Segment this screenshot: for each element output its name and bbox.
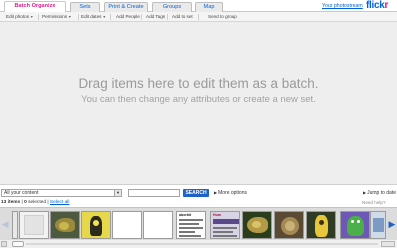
scroll-track[interactable] bbox=[26, 243, 378, 245]
thumbnail-art bbox=[179, 219, 203, 221]
add-people-button[interactable]: Add People bbox=[116, 13, 140, 21]
thumbnail-art bbox=[213, 227, 237, 229]
tab-print-create[interactable]: Print & Create bbox=[104, 2, 148, 12]
drop-sub-instructions: You can then change any attributes or cr… bbox=[81, 94, 316, 105]
scroll-thumb-handle[interactable] bbox=[12, 241, 24, 247]
jump-to-date-toggle[interactable]: ▶Jump to date bbox=[363, 190, 396, 196]
edit-dates-label: Edit dates bbox=[81, 14, 102, 19]
search-button[interactable]: SEARCH bbox=[183, 189, 209, 197]
thumbnail-art bbox=[179, 235, 201, 237]
tab-bar: Batch Organize Sets Print & Create Group… bbox=[0, 0, 397, 12]
thumbnail-art bbox=[179, 223, 199, 225]
edit-photos-menu[interactable]: Edit photos▼ bbox=[6, 13, 34, 21]
photo-thumbnail[interactable] bbox=[306, 211, 336, 239]
thumbnail-art bbox=[351, 220, 354, 223]
thumbnail-art bbox=[179, 231, 195, 233]
thumbnail-art bbox=[347, 216, 364, 236]
more-options-label: More options bbox=[218, 190, 247, 196]
photo-thumbnail[interactable] bbox=[242, 211, 272, 239]
toolbar-divider bbox=[198, 14, 199, 20]
toolbar-divider bbox=[78, 14, 79, 20]
thumbnail-art bbox=[213, 219, 239, 224]
toolbar-divider bbox=[110, 14, 111, 20]
thumbnail-art bbox=[285, 221, 295, 231]
thumbnail-art bbox=[357, 220, 360, 223]
selection-summary: 13 items | 0 selected | Select all bbox=[1, 200, 69, 205]
photo-thumbnail[interactable] bbox=[340, 211, 370, 239]
add-tags-button[interactable]: Add Tags bbox=[146, 13, 165, 21]
send-to-group-button[interactable]: Send to group bbox=[208, 13, 237, 21]
flickr-logo[interactable]: flickr bbox=[366, 0, 388, 11]
scroll-right-arrow-icon[interactable]: ▶ bbox=[387, 208, 397, 241]
select-all-link[interactable]: Select all bbox=[50, 200, 69, 205]
photo-thumbnail[interactable] bbox=[143, 211, 173, 239]
tab-groups[interactable]: Groups bbox=[152, 2, 192, 12]
triangle-right-icon: ▶ bbox=[363, 190, 367, 195]
triangle-right-icon: ▶ bbox=[214, 190, 218, 195]
thumbnail-art bbox=[93, 220, 99, 226]
chevron-down-icon: ▼ bbox=[68, 15, 72, 19]
content-filter-value: All your content bbox=[4, 190, 39, 196]
search-input[interactable] bbox=[128, 189, 180, 197]
jump-to-date-label: Jump to date bbox=[367, 190, 396, 196]
thumbnail-art bbox=[90, 216, 102, 236]
tab-map[interactable]: Map bbox=[195, 2, 223, 12]
scroll-left-arrow-icon[interactable]: ◀ bbox=[0, 208, 10, 241]
drop-instructions: Drag items here to edit them as a batch. bbox=[78, 76, 319, 91]
photo-thumbnail[interactable]: aborbit bbox=[176, 211, 206, 239]
scroll-right-button[interactable] bbox=[381, 241, 395, 247]
chevron-down-icon: ▼ bbox=[102, 15, 106, 19]
photo-thumbnail[interactable]: Hum bbox=[210, 211, 240, 239]
thumbnail-art bbox=[213, 231, 233, 233]
thumbnail-art bbox=[315, 215, 328, 237]
logo-part-blue: flick bbox=[366, 0, 385, 11]
photo-thumbnail[interactable] bbox=[19, 211, 49, 239]
photo-thumbnail[interactable] bbox=[112, 211, 142, 239]
edit-dates-menu[interactable]: Edit dates▼ bbox=[81, 13, 106, 21]
permissions-label: Permissions bbox=[42, 14, 68, 19]
tab-sets[interactable]: Sets bbox=[70, 2, 100, 12]
photo-filmstrip: ◀ aborbit Hum ▶ bbox=[0, 207, 397, 240]
chevron-down-icon: ▼ bbox=[114, 190, 121, 196]
chevron-down-icon: ▼ bbox=[30, 15, 34, 19]
thumbnail-doc-title: aborbit bbox=[179, 213, 192, 217]
logo-part-pink: r bbox=[384, 0, 389, 11]
more-options-toggle[interactable]: ▶More options bbox=[214, 190, 247, 196]
photo-thumbnail[interactable] bbox=[274, 211, 304, 239]
photo-thumbnail[interactable] bbox=[12, 211, 18, 239]
add-to-set-button[interactable]: Add to set bbox=[172, 13, 193, 21]
permissions-menu[interactable]: Permissions▼ bbox=[42, 13, 72, 21]
thumbnail-doc-title: Hum bbox=[213, 213, 221, 217]
item-count: 13 items bbox=[1, 200, 21, 205]
toolbar-divider bbox=[167, 14, 168, 20]
thumbnail-art bbox=[319, 220, 324, 225]
batch-toolbar: Edit photos▼ Permissions▼ Edit dates▼ Ad… bbox=[0, 12, 397, 22]
thumbnail-art bbox=[213, 235, 237, 237]
thumbnail-art bbox=[59, 222, 69, 230]
selected-label: selected | bbox=[26, 200, 50, 205]
photo-thumbnail[interactable] bbox=[370, 211, 386, 239]
thumbnail-art bbox=[179, 227, 203, 229]
scroll-left-button[interactable] bbox=[1, 241, 7, 247]
your-photostream-link[interactable]: Your photostream bbox=[322, 3, 363, 9]
need-help-link[interactable]: Need help? bbox=[362, 200, 386, 205]
content-filter-select[interactable]: All your content ▼ bbox=[1, 189, 122, 197]
batch-drop-area[interactable]: Drag items here to edit them as a batch.… bbox=[0, 22, 397, 185]
thumbnail-art bbox=[252, 221, 261, 228]
toolbar-divider bbox=[38, 14, 39, 20]
photo-thumbnail[interactable] bbox=[81, 211, 111, 239]
edit-photos-label: Edit photos bbox=[6, 14, 29, 19]
filter-bar: All your content ▼ SEARCH ▶More options … bbox=[0, 186, 397, 200]
tab-batch-organize[interactable]: Batch Organize bbox=[4, 1, 66, 12]
thumbnail-art bbox=[24, 215, 44, 235]
photo-thumbnail[interactable] bbox=[50, 211, 80, 239]
toolbar-divider bbox=[141, 14, 142, 20]
filmstrip-scrollbar[interactable] bbox=[0, 240, 397, 248]
thumbnail-art bbox=[373, 218, 384, 232]
